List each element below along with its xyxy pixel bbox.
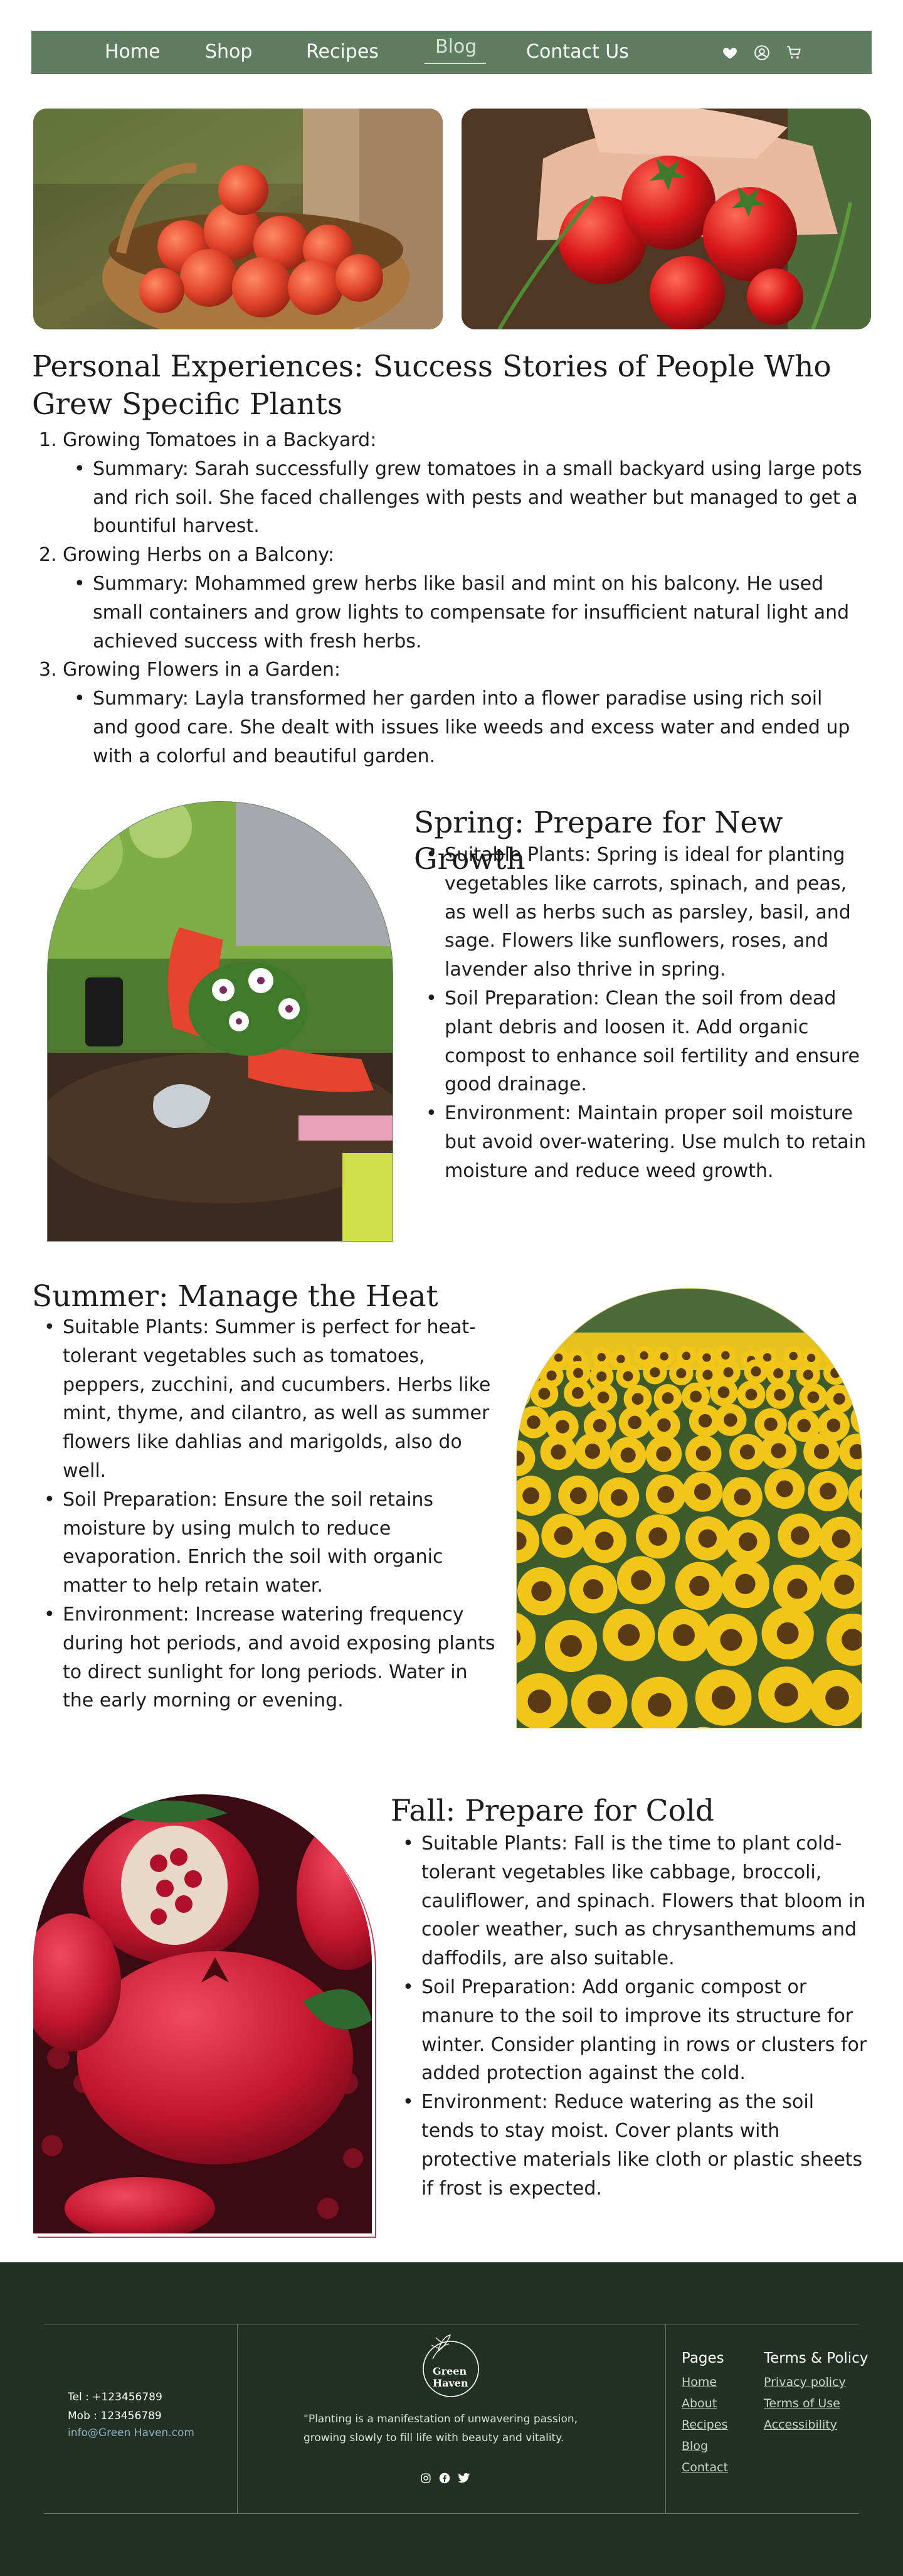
experiences-title: Personal Experiences: Success Stories of… [32, 349, 832, 422]
footer-mob: Mob : 123456789 [68, 2410, 162, 2422]
site-footer: Tel : +123456789 Mob : 123456789 info@Gr… [0, 2262, 903, 2576]
footer-link-accessibility[interactable]: Accessibility [764, 2418, 837, 2432]
fall-title: Fall: Prepare for Cold [391, 1794, 714, 1828]
footer-quote-line-2: growing slowly to fill life with beauty … [304, 2432, 564, 2444]
footer-bottom-divider [44, 2513, 859, 2514]
list-item: Suitable Plants: Fall is the time to pla… [403, 1829, 872, 1973]
cart-icon[interactable] [786, 45, 802, 61]
footer-left-divider [237, 2324, 238, 2513]
footer-right-divider [665, 2324, 666, 2513]
experience-heading: Growing Tomatoes in a Backyard: [63, 429, 377, 451]
red-tomatoes-hands-image [462, 109, 871, 329]
experience-summary: Summary: Mohammed grew herbs like basil … [74, 570, 862, 656]
facebook-icon[interactable] [439, 2472, 450, 2484]
list-item: Environment: Reduce watering as the soil… [403, 2088, 872, 2203]
nav-active-underline [425, 63, 486, 64]
footer-tel: Tel : +123456789 [68, 2391, 162, 2403]
nav-shop[interactable]: Shop [205, 41, 252, 63]
footer-terms-title: Terms & Policy [764, 2350, 869, 2366]
footer-email-link[interactable]: info@Green Haven.com [68, 2427, 194, 2439]
experience-heading: Growing Herbs on a Balcony: [63, 544, 334, 567]
logo-text: Green Haven [433, 2365, 468, 2389]
footer-link-recipes[interactable]: Recipes [682, 2418, 727, 2432]
user-account-icon[interactable] [754, 45, 770, 61]
fall-list: Suitable Plants: Fall is the time to pla… [403, 1829, 872, 2203]
footer-link-about[interactable]: About [682, 2397, 717, 2410]
list-item: Soil Preparation: Clean the soil from de… [426, 984, 871, 1099]
list-item: Suitable Plants: Summer is perfect for h… [44, 1313, 495, 1486]
heart-icon[interactable] [722, 45, 738, 61]
footer-link-terms-of-use[interactable]: Terms of Use [764, 2397, 840, 2410]
instagram-icon[interactable] [420, 2472, 431, 2484]
experience-summary: Summary: Layla transformed her garden in… [74, 684, 862, 770]
footer-quote-line-1: "Planting is a manifestation of unwaveri… [304, 2413, 578, 2425]
list-item: Suitable Plants: Spring is ideal for pla… [426, 841, 871, 984]
experiences-list: 1. Growing Tomatoes in a Backyard: Summa… [39, 426, 862, 771]
experience-heading: Growing Flowers in a Garden: [63, 659, 341, 681]
green-haven-logo: Green Haven [414, 2330, 488, 2399]
summer-title: Summer: Manage the Heat [32, 1279, 438, 1314]
top-nav: Home Shop Recipes Blog Contact Us [31, 31, 872, 74]
list-item: Soil Preparation: Add organic compost or… [403, 1973, 872, 2088]
pomegranate-image [33, 1794, 372, 2233]
footer-pages-title: Pages [682, 2350, 724, 2366]
list-item: Environment: Maintain proper soil moistu… [426, 1099, 871, 1185]
footer-link-contact[interactable]: Contact [682, 2461, 728, 2474]
list-item: 1. Growing Tomatoes in a Backyard: Summa… [39, 426, 862, 541]
list-number: 3. [39, 659, 57, 681]
nav-recipes[interactable]: Recipes [306, 41, 379, 63]
footer-link-privacy[interactable]: Privacy policy [764, 2375, 846, 2389]
spring-list: Suitable Plants: Spring is ideal for pla… [426, 841, 871, 1186]
footer-link-blog[interactable]: Blog [682, 2439, 708, 2453]
social-icons [420, 2472, 470, 2484]
twitter-icon[interactable] [458, 2472, 470, 2484]
spring-gardening-image [47, 801, 393, 1242]
list-number: 1. [39, 429, 57, 451]
summer-list: Suitable Plants: Summer is perfect for h… [44, 1313, 495, 1715]
nav-blog[interactable]: Blog [435, 36, 477, 58]
list-item: Soil Preparation: Ensure the soil retain… [44, 1486, 495, 1600]
list-item: 3. Growing Flowers in a Garden: Summary:… [39, 656, 862, 770]
experience-summary: Summary: Sarah successfully grew tomatoe… [74, 455, 862, 541]
tomato-basket-image [33, 109, 443, 329]
list-number: 2. [39, 544, 57, 567]
nav-contact-us[interactable]: Contact Us [526, 41, 629, 63]
sunflower-field-image [516, 1288, 862, 1728]
footer-link-home[interactable]: Home [682, 2375, 717, 2389]
nav-home[interactable]: Home [105, 41, 161, 63]
list-item: Environment: Increase watering frequency… [44, 1600, 495, 1715]
list-item: 2. Growing Herbs on a Balcony: Summary: … [39, 541, 862, 656]
